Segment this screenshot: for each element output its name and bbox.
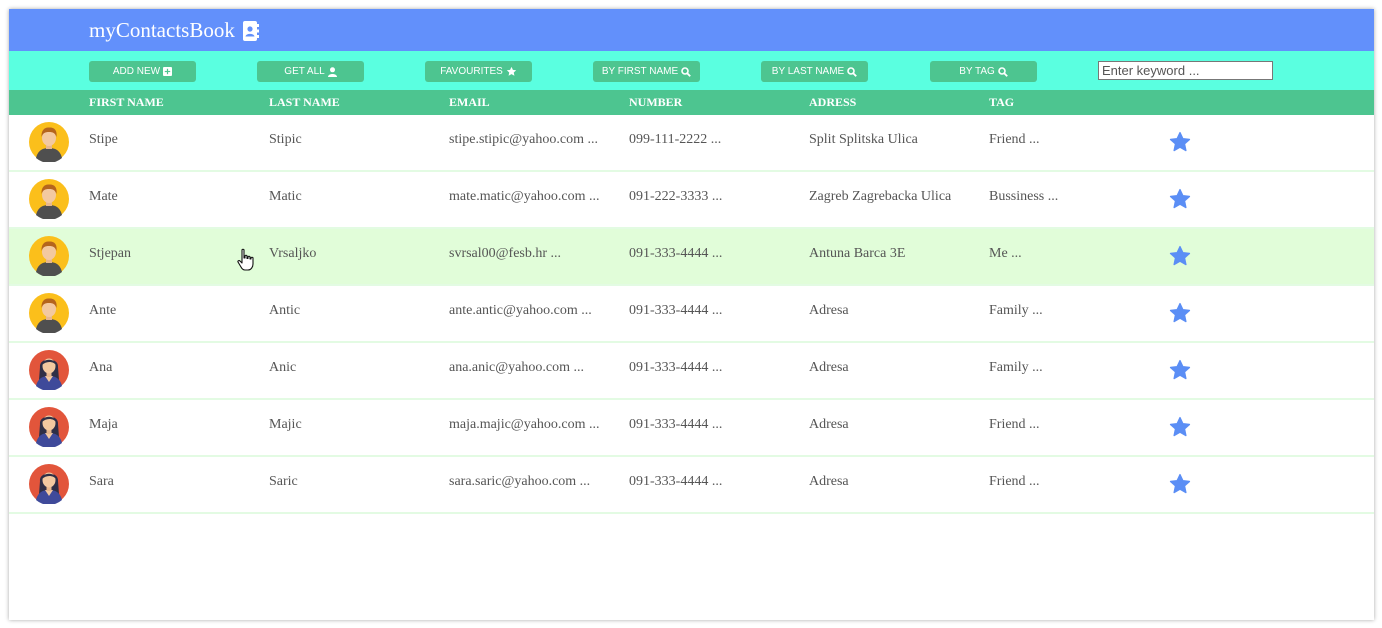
cell-tag: Friend ... [989,417,1040,432]
cell-last-name: Antic [269,303,301,318]
male-avatar-icon [29,179,69,219]
cell-address: Antuna Barca 3E [809,246,906,261]
cell-number: 091-333-4444 ... [629,474,723,489]
cell-first-name: Maja [89,417,118,432]
keyword-search-input[interactable] [1098,61,1273,80]
user-icon [327,66,337,77]
favourite-star-icon[interactable] [1169,131,1191,153]
cell-last-name: Matic [269,189,302,204]
cell-number: 091-333-4444 ... [629,303,723,318]
search-icon [681,66,691,77]
favourite-star-icon[interactable] [1169,188,1191,210]
cell-address: Adresa [809,303,849,318]
cell-email: mate.matic@yahoo.com ... [449,189,600,204]
cell-first-name: Sara [89,474,114,489]
cell-last-name: Majic [269,417,302,432]
favourite-star-icon[interactable] [1169,245,1191,267]
cell-last-name: Stipic [269,132,302,147]
table-row[interactable]: Stipe Stipic stipe.stipic@yahoo.com ... … [9,115,1374,172]
by-first-name-button[interactable]: BY FIRST NAME [593,61,700,82]
cell-tag: Family ... [989,303,1043,318]
add-new-button[interactable]: ADD NEW [89,61,196,82]
header-tag[interactable]: TAG [989,95,1014,110]
favourite-star-icon[interactable] [1169,359,1191,381]
favourite-star-icon[interactable] [1169,473,1191,495]
cell-email: ana.anic@yahoo.com ... [449,360,584,375]
cell-first-name: Ana [89,360,113,375]
star-icon [506,66,517,76]
table-row[interactable]: Mate Matic mate.matic@yahoo.com ... 091-… [9,172,1374,229]
cell-last-name: Saric [269,474,298,489]
by-tag-label: BY TAG [959,66,995,77]
cell-email: ante.antic@yahoo.com ... [449,303,592,318]
get-all-button[interactable]: GET ALL [257,61,364,82]
cell-address: Adresa [809,474,849,489]
cell-first-name: Stjepan [89,246,131,261]
app-title: myContactsBook [89,18,235,42]
cell-email: stipe.stipic@yahoo.com ... [449,132,598,147]
female-avatar-icon [29,350,69,390]
cell-tag: Family ... [989,360,1043,375]
action-toolbar: ADD NEW GET ALL FAVOURITES BY FIRST NAME [9,51,1374,90]
cell-number: 099-111-2222 ... [629,132,722,147]
cell-address: Adresa [809,360,849,375]
header-number[interactable]: NUMBER [629,95,682,110]
get-all-label: GET ALL [284,66,325,77]
table-row[interactable]: Stjepan Vrsaljko svrsal00@fesb.hr ... 09… [9,229,1374,286]
table-row[interactable]: Ante Antic ante.antic@yahoo.com ... 091-… [9,286,1374,343]
table-row[interactable]: Sara Saric sara.saric@yahoo.com ... 091-… [9,457,1374,514]
cell-address: Split Splitska Ulica [809,132,918,147]
cell-tag: Me ... [989,246,1022,261]
header-address[interactable]: ADRESS [809,95,856,110]
female-avatar-icon [29,464,69,504]
favourite-star-icon[interactable] [1169,302,1191,324]
cell-number: 091-333-4444 ... [629,246,723,261]
cell-number: 091-222-3333 ... [629,189,723,204]
by-first-name-label: BY FIRST NAME [601,66,679,77]
cell-tag: Friend ... [989,474,1040,489]
cell-address: Adresa [809,417,849,432]
contacts-table-body: Stipe Stipic stipe.stipic@yahoo.com ... … [9,115,1374,514]
table-header: FIRST NAME LAST NAME EMAIL NUMBER ADRESS… [9,90,1374,115]
header-first-name[interactable]: FIRST NAME [89,95,164,110]
header-last-name[interactable]: LAST NAME [269,95,340,110]
cell-last-name: Anic [269,360,297,375]
header-email[interactable]: EMAIL [449,95,490,110]
cell-first-name: Stipe [89,132,118,147]
cell-address: Zagreb Zagrebacka Ulica [809,189,952,204]
table-row[interactable]: Ana Anic ana.anic@yahoo.com ... 091-333-… [9,343,1374,400]
by-tag-button[interactable]: BY TAG [930,61,1037,82]
cell-number: 091-333-4444 ... [629,417,723,432]
cell-first-name: Ante [89,303,117,318]
hand-pointer-cursor-icon [237,248,254,271]
by-last-name-button[interactable]: BY LAST NAME [761,61,868,82]
search-icon [847,66,858,77]
cell-tag: Friend ... [989,132,1040,147]
cell-email: svrsal00@fesb.hr ... [449,246,562,261]
top-navbar: myContactsBook [9,9,1374,51]
by-last-name-label: BY LAST NAME [771,66,845,77]
cell-last-name: Vrsaljko [269,246,317,261]
address-book-icon [242,20,259,41]
favourite-star-icon[interactable] [1169,416,1191,438]
cell-email: maja.majic@yahoo.com ... [449,417,600,432]
male-avatar-icon [29,236,69,276]
app-window: myContactsBook ADD NEW GET ALL FAVOURITE… [9,9,1374,620]
cell-first-name: Mate [89,189,118,204]
cell-email: sara.saric@yahoo.com ... [449,474,591,489]
app-brand[interactable]: myContactsBook [89,18,259,43]
add-new-label: ADD NEW [112,66,161,77]
favourites-button[interactable]: FAVOURITES [425,61,532,82]
favourites-label: FAVOURITES [440,66,503,77]
search-icon [997,66,1008,77]
male-avatar-icon [29,293,69,333]
male-avatar-icon [29,122,69,162]
cell-tag: Bussiness ... [989,189,1059,204]
cell-number: 091-333-4444 ... [629,360,723,375]
plus-square-icon [163,67,173,76]
female-avatar-icon [29,407,69,447]
table-row[interactable]: Maja Majic maja.majic@yahoo.com ... 091-… [9,400,1374,457]
